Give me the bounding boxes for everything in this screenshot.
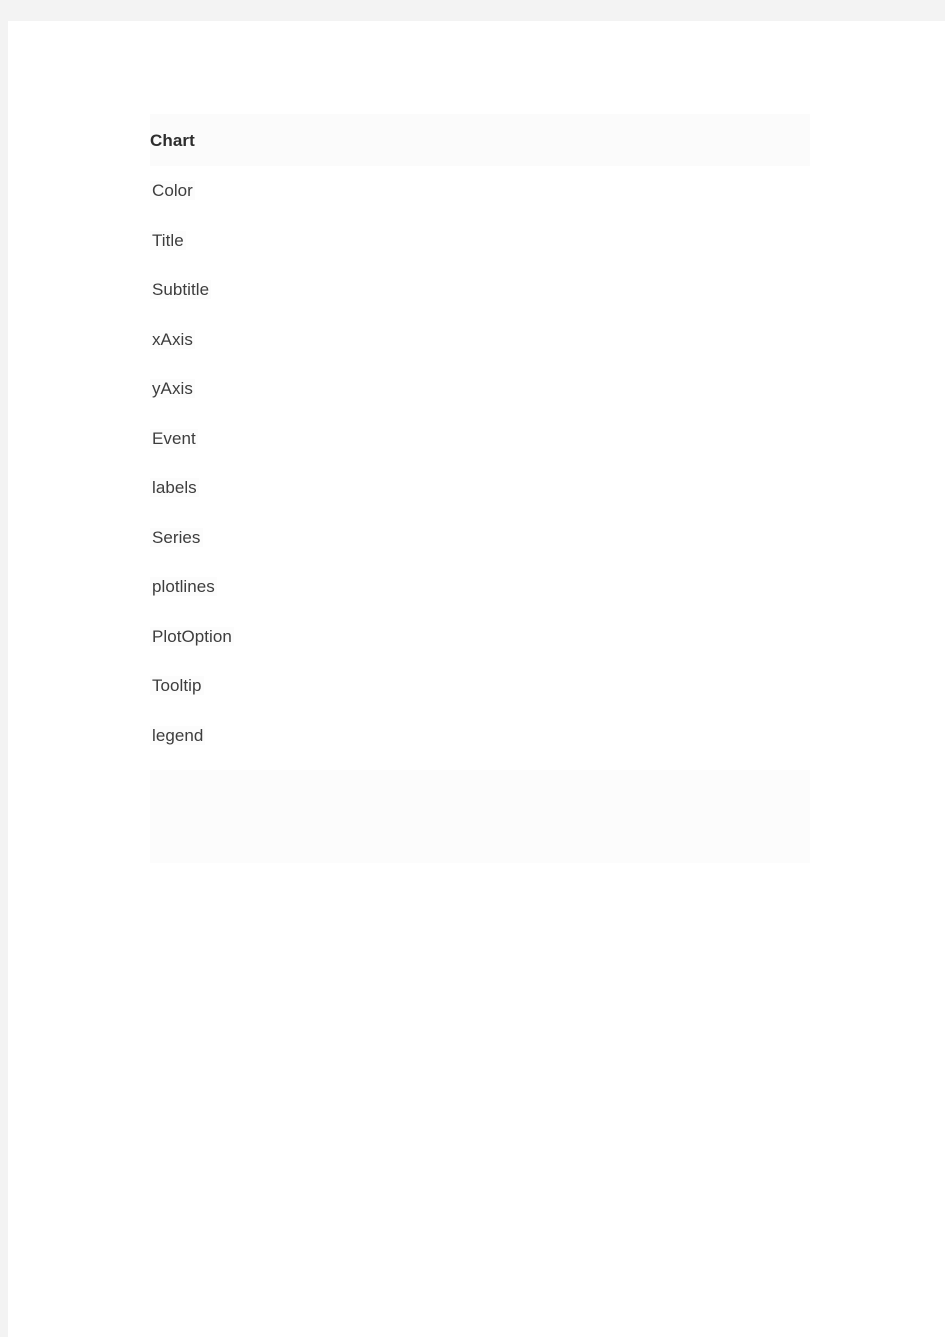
list-item-plotoption[interactable]: PlotOption: [150, 612, 810, 662]
list-item-label: xAxis: [150, 329, 195, 349]
list-item-label: Color: [150, 181, 195, 201]
list-item-label: Tooltip: [150, 676, 204, 696]
list-item-event[interactable]: Event: [150, 414, 810, 464]
list-item-tooltip[interactable]: Tooltip: [150, 661, 810, 711]
list-item-label: legend: [150, 725, 206, 745]
content-placeholder-panel: [150, 770, 810, 863]
list-item-legend[interactable]: legend: [150, 711, 810, 761]
list-item-label: yAxis: [150, 379, 195, 399]
list-item-label: Title: [150, 230, 186, 250]
list-item-xaxis[interactable]: xAxis: [150, 315, 810, 365]
outline-header: Chart: [150, 114, 810, 166]
list-item-label: Event: [150, 428, 198, 448]
list-item-label: labels: [150, 478, 199, 498]
list-item-labels[interactable]: labels: [150, 463, 810, 513]
page-title: Chart: [150, 130, 195, 150]
list-item-subtitle[interactable]: Subtitle: [150, 265, 810, 315]
window-top-bar: [0, 0, 945, 21]
list-item-series[interactable]: Series: [150, 513, 810, 563]
window-left-rail: [0, 21, 8, 1337]
list-item-title[interactable]: Title: [150, 216, 810, 266]
list-item-label: Subtitle: [150, 280, 212, 300]
list-item-label: Series: [150, 527, 203, 547]
list-item-plotlines[interactable]: plotlines: [150, 562, 810, 612]
list-item-yaxis[interactable]: yAxis: [150, 364, 810, 414]
chart-outline-panel: Chart Color Title Subtitle xAxis yAxis E…: [150, 114, 810, 863]
outline-list: Color Title Subtitle xAxis yAxis Event l…: [150, 166, 810, 760]
list-item-label: plotlines: [150, 577, 217, 597]
list-item-label: PlotOption: [150, 626, 234, 646]
list-item-color[interactable]: Color: [150, 166, 810, 216]
